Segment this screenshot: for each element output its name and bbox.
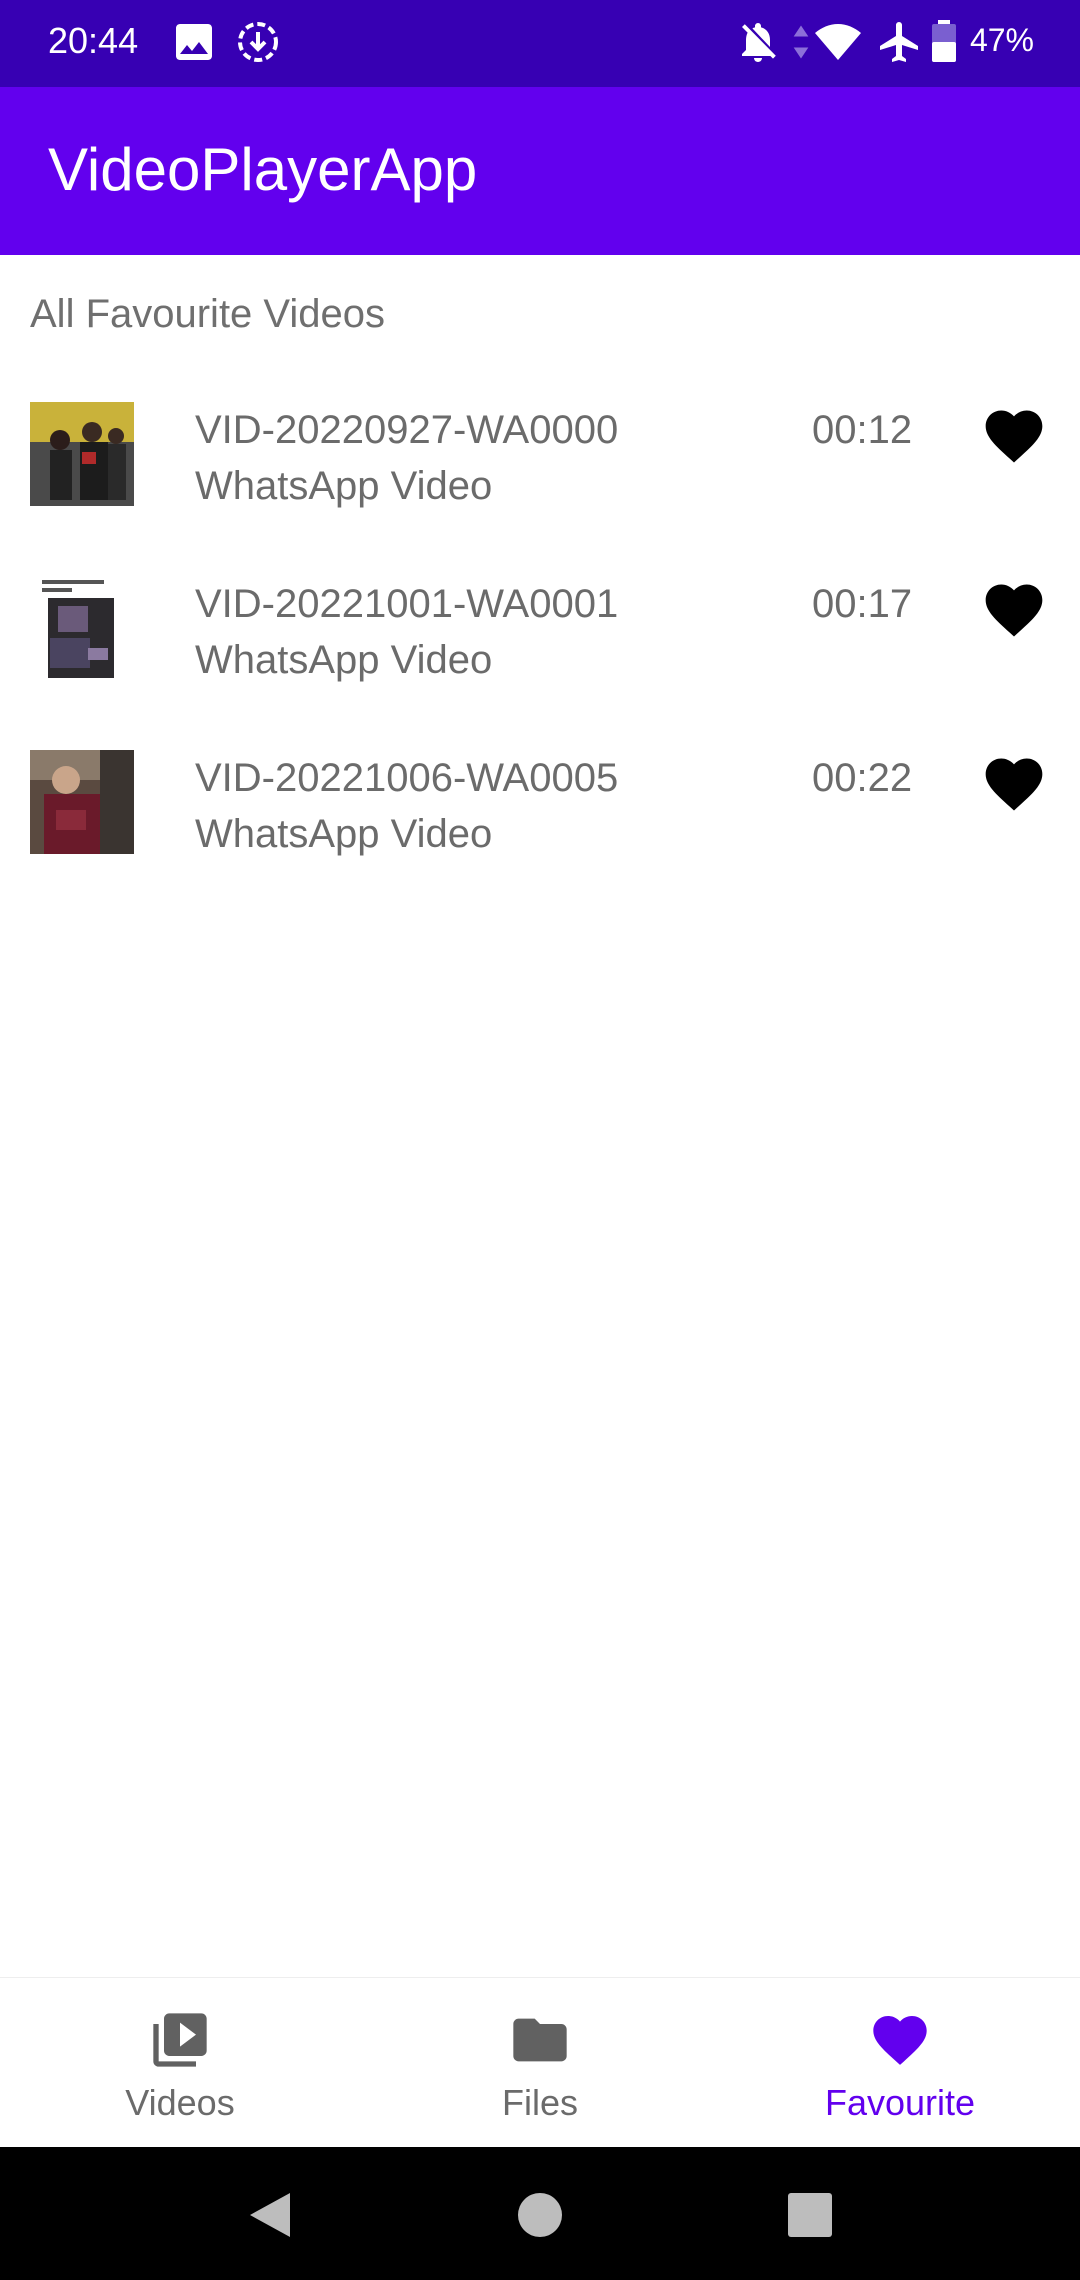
video-duration: 00:22 <box>812 756 913 800</box>
video-subtitle: WhatsApp Video <box>195 464 493 508</box>
battery-percent: 47% <box>969 22 1034 58</box>
system-navigation-bar <box>0 2147 1080 2280</box>
wifi-icon <box>814 18 862 66</box>
bottom-navigation: Videos Files Favourite <box>0 1977 1080 2148</box>
recents-icon[interactable] <box>782 2187 838 2243</box>
list-item[interactable]: VID-20220927-WA0000 WhatsApp Video 00:12 <box>0 402 1080 562</box>
video-library-icon <box>148 2008 212 2072</box>
video-subtitle: WhatsApp Video <box>195 638 493 682</box>
nav-item-favourite[interactable]: Favourite <box>720 1978 1080 2148</box>
video-thumbnail <box>30 402 134 506</box>
video-duration: 00:12 <box>812 408 913 452</box>
home-icon[interactable] <box>512 2187 568 2243</box>
status-time: 20:44 <box>48 20 139 61</box>
heart-icon[interactable] <box>980 750 1048 818</box>
nav-label-videos: Videos <box>125 2082 235 2123</box>
notifications-off-icon <box>734 18 782 66</box>
image-icon <box>170 18 218 66</box>
video-subtitle: WhatsApp Video <box>195 812 493 856</box>
list-item[interactable]: VID-20221001-WA0001 WhatsApp Video 00:17 <box>0 576 1080 736</box>
back-icon[interactable] <box>242 2187 298 2243</box>
status-bar: 20:44 47% <box>0 0 1080 87</box>
heart-icon <box>868 2008 932 2072</box>
video-title: VID-20220927-WA0000 <box>195 408 619 452</box>
list-item[interactable]: VID-20221006-WA0005 WhatsApp Video 00:22 <box>0 750 1080 910</box>
battery-icon <box>926 18 962 66</box>
nav-item-files[interactable]: Files <box>360 1978 720 2148</box>
heart-icon[interactable] <box>980 576 1048 644</box>
app-title: VideoPlayerApp <box>48 136 478 203</box>
section-title: All Favourite Videos <box>30 292 385 336</box>
signal-arrows-icon <box>790 18 812 66</box>
heart-icon[interactable] <box>980 402 1048 470</box>
download-icon <box>234 18 282 66</box>
app-bar: VideoPlayerApp <box>0 87 1080 255</box>
nav-label-files: Files <box>501 2082 578 2123</box>
video-thumbnail <box>30 750 134 854</box>
airplane-icon <box>876 18 924 66</box>
video-thumbnail <box>30 576 134 680</box>
folder-icon <box>508 2008 572 2072</box>
nav-label-favourite: Favourite <box>824 2082 976 2123</box>
nav-item-videos[interactable]: Videos <box>0 1978 360 2148</box>
video-title: VID-20221001-WA0001 <box>195 582 619 626</box>
video-duration: 00:17 <box>812 582 913 626</box>
video-title: VID-20221006-WA0005 <box>195 756 619 800</box>
